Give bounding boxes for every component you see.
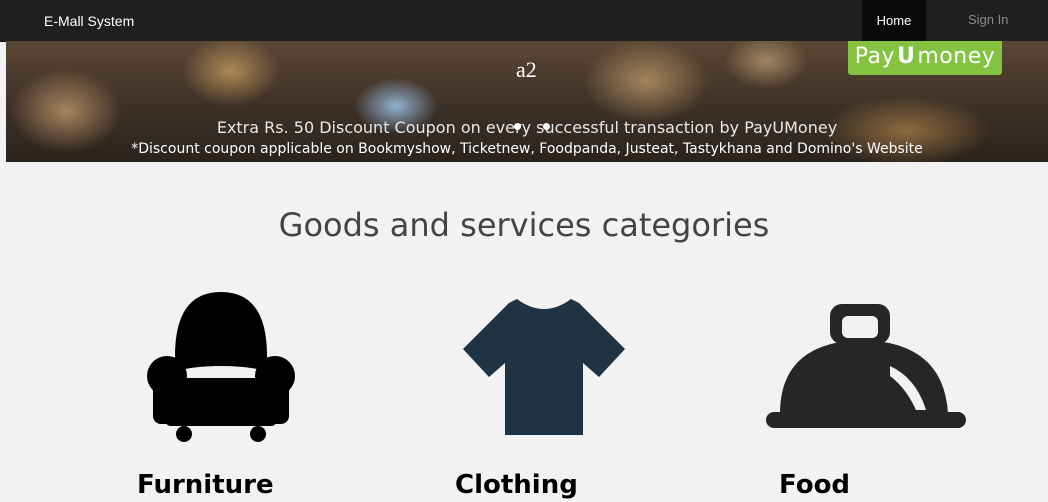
cloche-icon[interactable] <box>766 304 966 430</box>
promo-carousel[interactable]: a2 Pay Umoney Extra Rs. 50 Discount Coupo… <box>6 41 1048 162</box>
carousel-caption-title: a2 <box>516 57 537 82</box>
carousel-indicator-1[interactable] <box>514 123 521 130</box>
nav-signin-link[interactable]: Sign In <box>968 12 1008 27</box>
promo-text-line2: *Discount coupon applicable on Bookmysho… <box>131 141 923 157</box>
brand-link[interactable]: E-Mall System <box>44 13 134 29</box>
category-label-clothing[interactable]: Clothing <box>455 470 578 500</box>
nav-home-link[interactable]: Home <box>862 0 926 41</box>
category-label-food[interactable]: Food <box>779 470 850 500</box>
category-label-furniture[interactable]: Furniture <box>137 470 274 500</box>
logo-text-u: U <box>897 43 916 69</box>
tshirt-icon[interactable] <box>463 297 625 435</box>
promo-text-line1: Extra Rs. 50 Discount Coupon on every su… <box>216 118 838 137</box>
carousel-indicator-2[interactable] <box>543 123 550 130</box>
page-title: Goods and services categories <box>278 206 770 245</box>
logo-text-money: money <box>917 43 996 69</box>
navbar: E-Mall System Home Sign In <box>0 0 1048 42</box>
armchair-icon[interactable] <box>145 292 297 444</box>
payumoney-logo: Pay Umoney <box>848 41 1002 75</box>
logo-text-pay: Pay <box>854 43 895 69</box>
